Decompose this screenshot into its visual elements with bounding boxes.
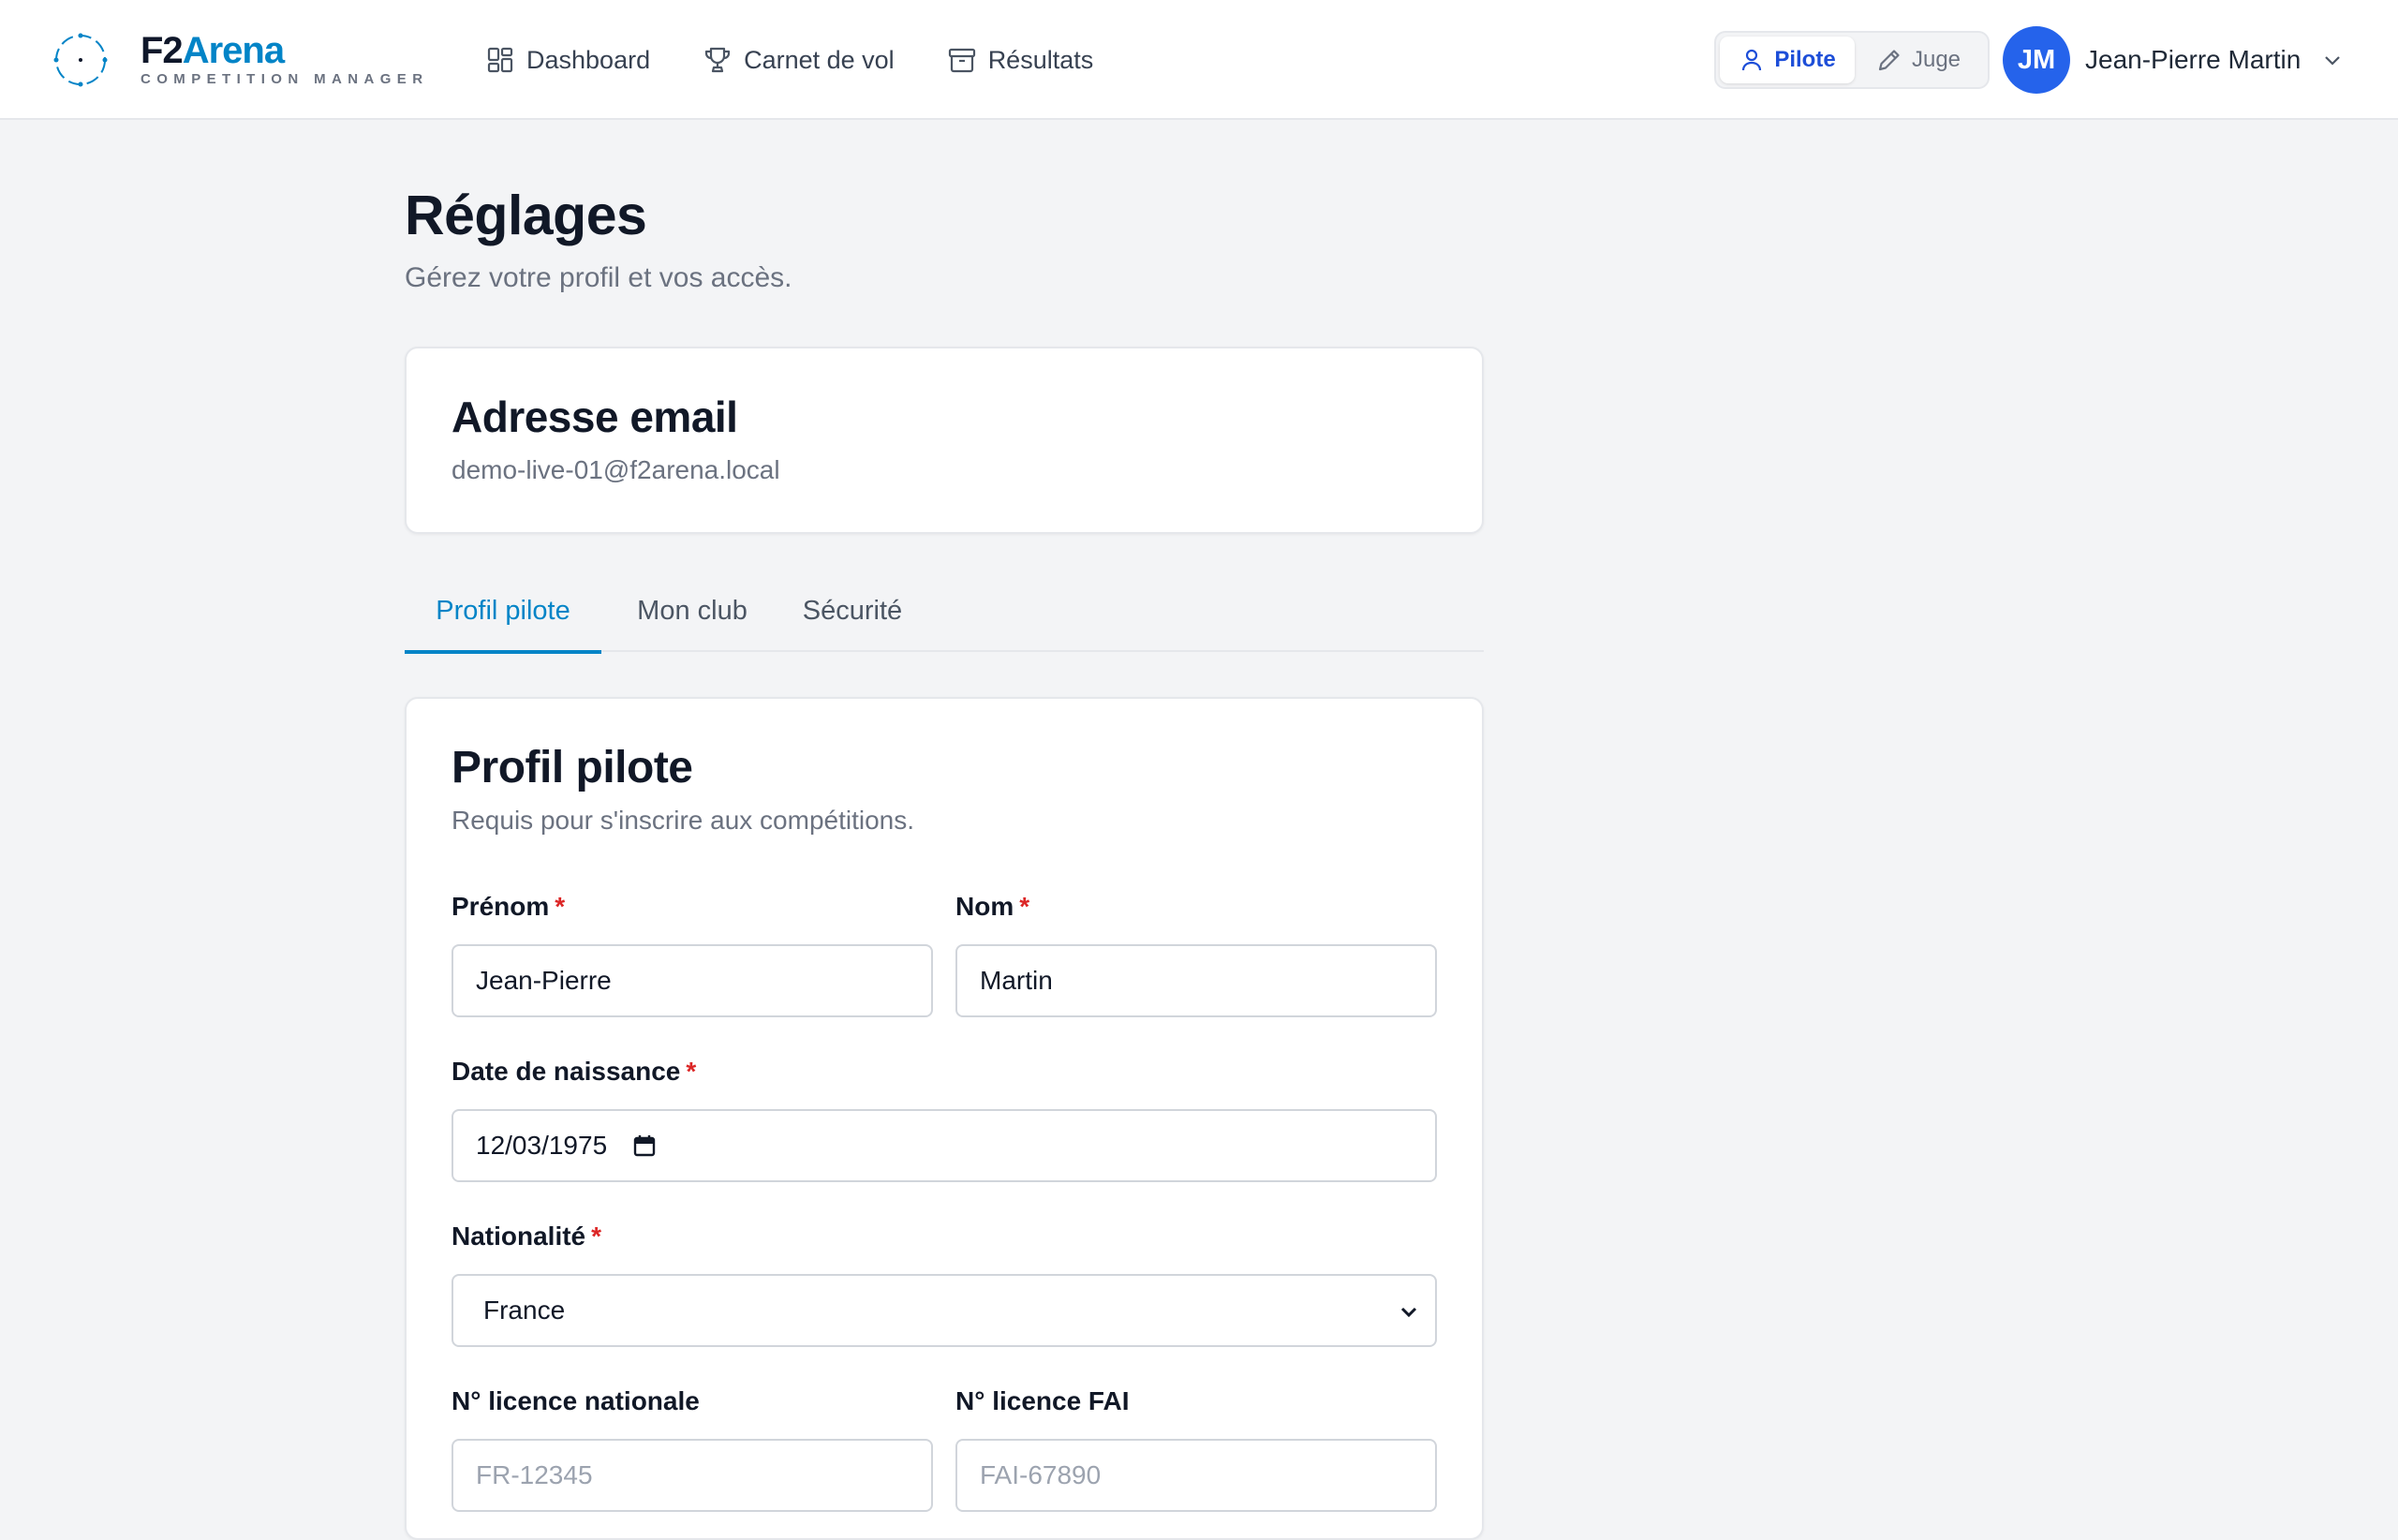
role-pilote-label: Pilote [1774,47,1836,72]
birth-date-input[interactable]: 12/03/1975 [451,1109,1437,1182]
email-card-title: Adresse email [451,392,738,441]
role-toggle: Pilote Juge [1714,31,1990,89]
nav-dashboard-label: Dashboard [526,45,651,74]
required-marker: * [555,892,566,921]
nationality-label-text: Nationalité [451,1222,586,1251]
last-name-input[interactable]: Martin [955,944,1437,1017]
fai-license-input[interactable]: FAI-67890 [955,1439,1437,1512]
archive-icon [948,48,975,73]
page-subtitle: Gérez votre profil et vos accès. [405,262,792,293]
grid-icon [487,47,513,73]
brand-tagline: COMPETITION MANAGER [141,71,429,87]
profile-card: Profil pilote Requis pour s'inscrire aux… [405,697,1484,1540]
user-name: Jean-Pierre Martin [2085,45,2302,74]
required-marker: * [1019,892,1030,921]
trophy-icon [704,47,731,73]
nav-dashboard[interactable]: Dashboard [485,36,650,84]
last-name-label: Nom * [955,892,1029,922]
main-nav: Dashboard Carnet de vol Résultats [485,36,1146,84]
email-card: Adresse email demo-live-01@f2arena.local [405,347,1484,534]
nav-resultats[interactable]: Résultats [947,36,1094,84]
role-pilote-button[interactable]: Pilote [1720,37,1855,83]
nav-carnet-de-vol[interactable]: Carnet de vol [703,36,895,84]
settings-tabs: Profil pilote Mon club Sécurité [405,581,1484,654]
email-address: demo-live-01@f2arena.local [451,455,780,484]
chevron-down-icon [1400,1307,1417,1318]
birth-date-label-text: Date de naissance [451,1057,681,1086]
first-name-label-text: Prénom [451,892,550,921]
birth-date-label: Date de naissance * [451,1057,696,1087]
national-license-input[interactable]: FR-12345 [451,1439,933,1512]
top-header: F2Arena COMPETITION MANAGER Dashboard Ca… [0,0,2398,120]
tab-securite[interactable]: Sécurité [783,596,922,652]
fai-license-label: N° licence FAI [955,1386,1130,1415]
tab-profil-pilote[interactable]: Profil pilote [405,596,601,654]
brand-name-part1: F2 [141,30,184,71]
nav-resultats-label: Résultats [987,45,1094,74]
brand-logo[interactable]: F2Arena COMPETITION MANAGER [51,28,428,92]
nationality-label: Nationalité * [451,1222,601,1251]
last-name-label-text: Nom [955,892,1014,921]
avatar: JM [2003,26,2070,94]
required-marker: * [591,1222,602,1251]
role-juge-label: Juge [1911,47,1961,72]
calendar-icon[interactable] [631,1133,658,1159]
birth-date-value: 12/03/1975 [476,1131,608,1160]
tab-mon-club[interactable]: Mon club [622,596,762,652]
user-icon [1742,49,1762,71]
profile-card-title: Profil pilote [451,743,693,792]
crosshair-logo-icon [53,33,108,87]
pencil-icon [1878,50,1900,71]
role-juge-button[interactable]: Juge [1855,37,1982,83]
brand-name-part2: Arena [182,30,285,71]
nav-carnet-label: Carnet de vol [744,45,895,74]
profile-card-subtitle: Requis pour s'inscrire aux compétitions. [451,806,915,835]
user-menu[interactable]: JM Jean-Pierre Martin [2003,26,2344,94]
required-marker: * [686,1057,697,1086]
first-name-input[interactable]: Jean-Pierre [451,944,933,1017]
brand-name: F2Arena [141,32,428,69]
page-title: Réglages [405,185,647,246]
first-name-label: Prénom * [451,892,565,922]
nationality-value: France [483,1296,566,1325]
chevron-down-icon [2325,56,2341,66]
national-license-label: N° licence nationale [451,1386,700,1415]
nationality-select[interactable]: France [451,1274,1437,1347]
